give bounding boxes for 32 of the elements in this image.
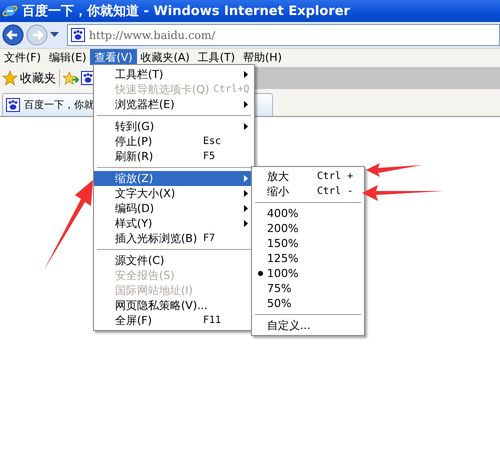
menu-item[interactable]: 125% xyxy=(252,251,364,266)
menu-bar-item[interactable]: 收藏夹(A) xyxy=(136,48,194,66)
menu-item[interactable]: 200% xyxy=(252,221,364,236)
menu-item[interactable]: 自定义... xyxy=(252,318,364,333)
menu-bar-item[interactable]: 查看(V) xyxy=(90,48,137,66)
menu-item[interactable]: 样式(Y) xyxy=(94,216,254,231)
menu-bar-item[interactable]: 编辑(E) xyxy=(44,48,90,66)
menu-item[interactable]: 150% xyxy=(252,236,364,251)
menu-item[interactable]: 50% xyxy=(252,296,364,311)
menu-item[interactable]: 网页隐私策略(V)... xyxy=(94,298,254,313)
menu-item[interactable]: 编码(D) xyxy=(94,201,254,216)
menu-item[interactable]: 文字大小(X) xyxy=(94,186,254,201)
menu-item[interactable]: 停止(P) Esc xyxy=(94,134,254,149)
menu-item[interactable]: 工具栏(T) xyxy=(94,67,254,82)
address-field[interactable]: http://www.baidu.com/ xyxy=(67,24,500,46)
window-title: 百度一下，你就知道 - Windows Internet Explorer xyxy=(22,2,350,20)
menu-bar-item[interactable]: 帮助(H) xyxy=(239,48,286,66)
menu-bar-item[interactable]: 工具(T) xyxy=(194,48,239,66)
favorites-label[interactable]: 收藏夹 xyxy=(20,70,56,86)
menu-item[interactable]: 源文件(C) xyxy=(94,253,254,268)
menu-item[interactable]: 刷新(R) F5 xyxy=(94,149,254,164)
menu-item[interactable]: 浏览器栏(E) xyxy=(94,97,254,112)
menu-item[interactable]: 放大 Ctrl + xyxy=(252,169,364,184)
menu-item[interactable]: 缩小 Ctrl - xyxy=(252,184,364,199)
menu-item[interactable]: 全屏(F) F11 xyxy=(94,313,254,328)
menu-item[interactable]: 缩放(Z) xyxy=(94,171,254,186)
menu-item[interactable]: 100% xyxy=(252,266,364,281)
menu-item[interactable]: 75% xyxy=(252,281,364,296)
menu-item[interactable]: 插入光标浏览(B) F7 xyxy=(94,231,254,246)
menu-bar-item[interactable]: 文件(F) xyxy=(0,48,45,66)
menu-item[interactable]: 400% xyxy=(252,206,364,221)
menu-item[interactable]: 转到(G) xyxy=(94,119,254,134)
